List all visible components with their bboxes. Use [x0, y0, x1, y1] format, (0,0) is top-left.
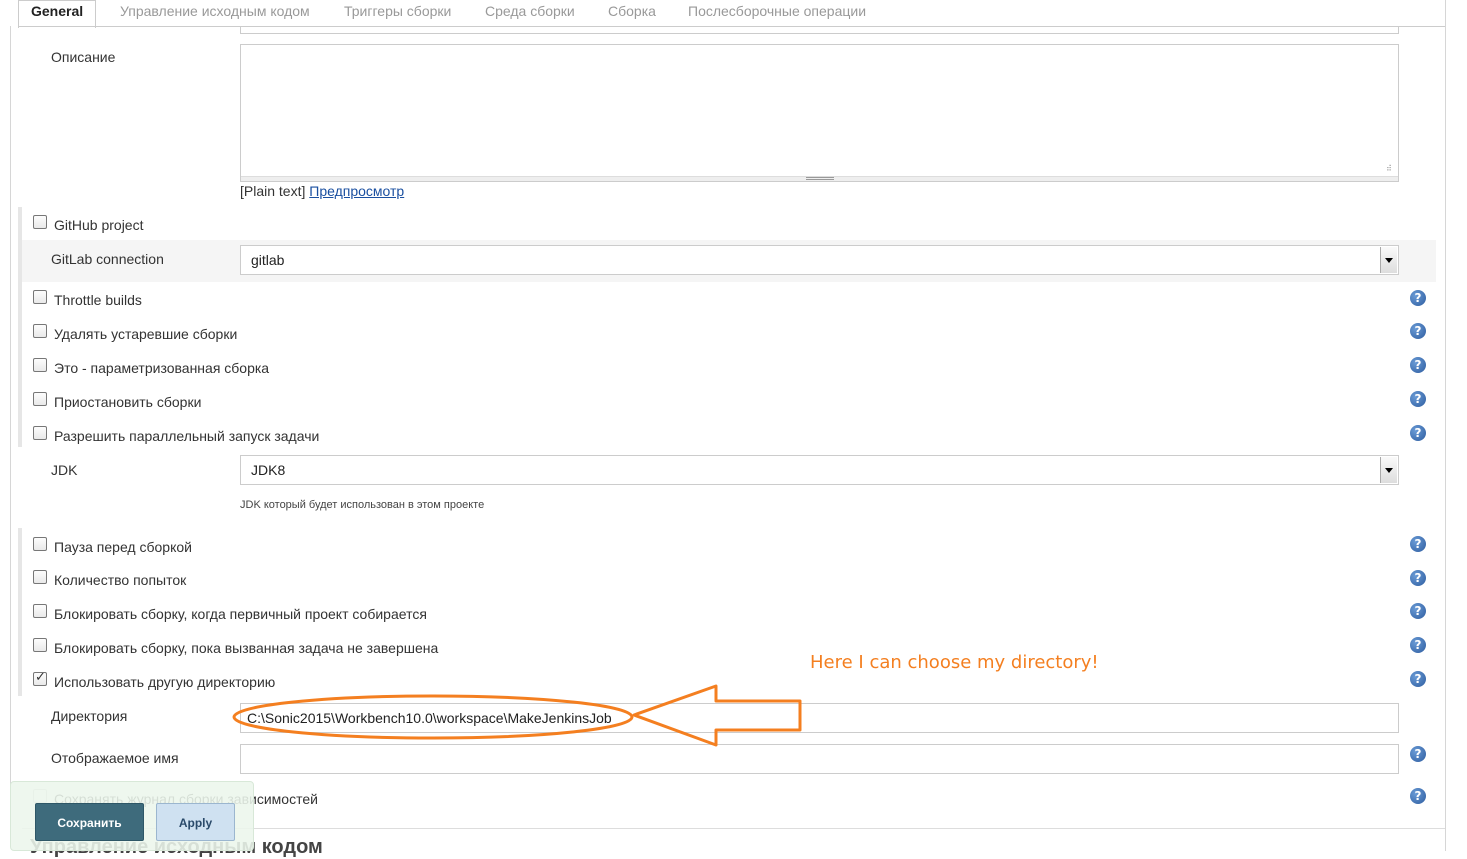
annotation-arrow-icon [632, 684, 802, 747]
annotation-ellipse [232, 694, 634, 740]
annotation-overlay [232, 684, 802, 747]
annotation-text: Here I can choose my directory! [810, 652, 1099, 673]
